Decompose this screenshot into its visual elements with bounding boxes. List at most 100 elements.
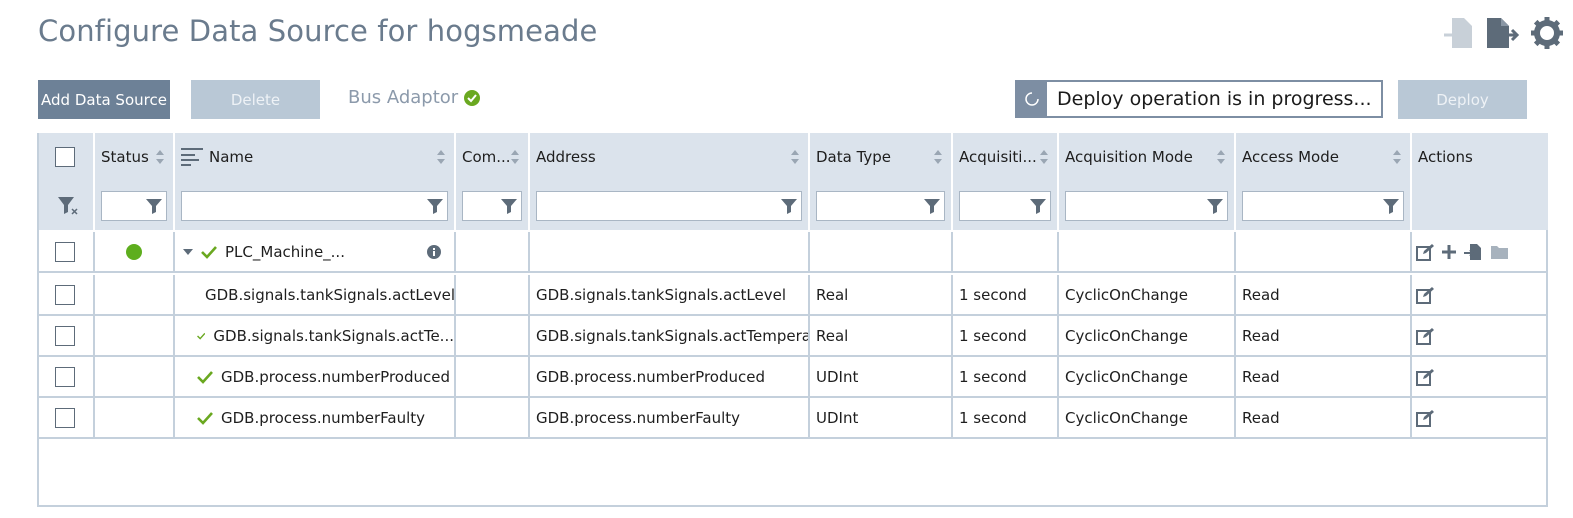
tree-toggle-icon[interactable]: [181, 148, 203, 166]
plus-icon[interactable]: [1442, 244, 1456, 259]
info-icon[interactable]: [426, 244, 442, 260]
edit-icon[interactable]: [1416, 243, 1434, 261]
row-acquisition: 1 second: [953, 275, 1059, 314]
spinner-icon: [1017, 82, 1047, 116]
row-acquisition: 1 second: [953, 398, 1059, 437]
row-name: GDB.process.numberFaulty: [221, 408, 426, 427]
check-circle-icon: [464, 89, 481, 106]
progress-text: Deploy operation is in progress...: [1057, 88, 1372, 110]
sort-icon[interactable]: [790, 149, 800, 165]
row-address: GDB.signals.tankSignals.actTempera...: [530, 316, 810, 355]
filter-icon[interactable]: [1383, 198, 1399, 214]
row-acquisition-mode: CyclicOnChange: [1059, 275, 1236, 314]
row-name: GDB.signals.tankSignals.actTe...: [213, 326, 454, 345]
import-icon[interactable]: [1441, 14, 1477, 52]
table-row[interactable]: GDB.process.numberFaulty GDB.process.num…: [39, 398, 1548, 439]
table-row[interactable]: GDB.signals.tankSignals.actLevel GDB.sig…: [39, 275, 1548, 316]
row-address: GDB.process.numberFaulty: [530, 398, 810, 437]
acquisition-filter-input[interactable]: [959, 190, 1051, 221]
row-acquisition-mode: [1059, 232, 1236, 271]
row-address: GDB.process.numberProduced: [530, 357, 810, 396]
access-mode-filter-input[interactable]: [1242, 190, 1404, 221]
row-data-type: Real: [810, 275, 953, 314]
col-status[interactable]: Status: [95, 133, 175, 181]
col-acquisition-mode[interactable]: Acquisition Mode: [1059, 133, 1236, 181]
export-icon[interactable]: [1485, 14, 1521, 52]
clear-filter-icon[interactable]: [57, 196, 79, 216]
sort-icon[interactable]: [436, 149, 446, 165]
acquisition-mode-filter-input[interactable]: [1065, 190, 1228, 221]
name-filter-input[interactable]: [181, 190, 448, 221]
row-access-mode: Read: [1236, 357, 1412, 396]
check-icon: [197, 332, 206, 340]
filter-icon[interactable]: [427, 198, 443, 214]
status-filter-input[interactable]: [101, 190, 167, 221]
filter-icon[interactable]: [501, 198, 517, 214]
col-address[interactable]: Address: [530, 133, 810, 181]
edit-icon[interactable]: [1416, 286, 1434, 304]
data-type-filter-input[interactable]: [816, 190, 945, 221]
row-name: GDB.process.numberProduced: [221, 367, 451, 386]
row-access-mode: Read: [1236, 398, 1412, 437]
col-data-type[interactable]: Data Type: [810, 133, 953, 181]
table-row[interactable]: GDB.signals.tankSignals.actTe... GDB.sig…: [39, 316, 1548, 357]
row-checkbox[interactable]: [55, 241, 75, 262]
bus-adaptor-label: Bus Adaptor: [348, 87, 459, 108]
row-access-mode: Read: [1236, 275, 1412, 314]
edit-icon[interactable]: [1416, 327, 1434, 345]
sort-icon[interactable]: [510, 149, 520, 165]
comment-filter-input[interactable]: [462, 190, 522, 221]
col-acquisition[interactable]: Acquisiti...: [953, 133, 1059, 181]
filter-icon[interactable]: [924, 198, 940, 214]
edit-icon[interactable]: [1416, 368, 1434, 386]
row-acquisition-mode: CyclicOnChange: [1059, 398, 1236, 437]
deploy-button[interactable]: Deploy: [1398, 80, 1527, 119]
row-name: GDB.signals.tankSignals.actLevel: [205, 285, 456, 304]
deploy-progress: Deploy operation is in progress...: [1015, 80, 1383, 118]
row-checkbox[interactable]: [55, 325, 75, 346]
col-name[interactable]: Name: [175, 133, 456, 181]
row-data-type: UDInt: [810, 398, 953, 437]
gear-icon[interactable]: [1529, 14, 1565, 52]
row-acquisition-mode: CyclicOnChange: [1059, 316, 1236, 355]
row-access-mode: Read: [1236, 316, 1412, 355]
row-acquisition: [953, 232, 1059, 271]
filter-row: [39, 181, 1548, 230]
row-data-type: UDInt: [810, 357, 953, 396]
filter-icon[interactable]: [146, 198, 162, 214]
col-actions: Actions: [1418, 148, 1473, 166]
filter-icon[interactable]: [781, 198, 797, 214]
edit-icon[interactable]: [1416, 409, 1434, 427]
import-icon[interactable]: [1464, 243, 1482, 261]
table-row[interactable]: GDB.process.numberProduced GDB.process.n…: [39, 357, 1548, 398]
sort-icon[interactable]: [1392, 149, 1402, 165]
row-checkbox[interactable]: [55, 407, 75, 428]
row-address: [530, 232, 810, 271]
address-filter-input[interactable]: [536, 190, 802, 221]
check-icon: [201, 245, 217, 259]
bus-adaptor-status: Bus Adaptor: [348, 87, 481, 108]
sort-icon[interactable]: [1216, 149, 1226, 165]
row-acquisition-mode: CyclicOnChange: [1059, 357, 1236, 396]
check-icon: [197, 370, 213, 384]
col-comment[interactable]: Com...: [456, 133, 530, 181]
table-header: Status Name Com... Address Data Type Acq…: [39, 133, 1548, 181]
row-checkbox[interactable]: [55, 284, 75, 305]
folder-icon[interactable]: [1490, 244, 1510, 260]
select-all-checkbox[interactable]: [55, 147, 75, 167]
sort-icon[interactable]: [155, 149, 165, 165]
check-icon: [197, 411, 213, 425]
col-access-mode[interactable]: Access Mode: [1236, 133, 1412, 181]
table-row[interactable]: PLC_Machine_...: [39, 232, 1548, 273]
delete-button[interactable]: Delete: [191, 80, 320, 119]
filter-icon[interactable]: [1030, 198, 1046, 214]
row-acquisition: 1 second: [953, 316, 1059, 355]
row-name: PLC_Machine_...: [225, 242, 345, 261]
row-checkbox[interactable]: [55, 366, 75, 387]
data-source-table: Status Name Com... Address Data Type Acq…: [37, 133, 1548, 507]
sort-icon[interactable]: [933, 149, 943, 165]
add-data-source-button[interactable]: Add Data Source: [38, 80, 170, 119]
filter-icon[interactable]: [1207, 198, 1223, 214]
chevron-down-icon[interactable]: [183, 248, 193, 256]
sort-icon[interactable]: [1039, 149, 1049, 165]
